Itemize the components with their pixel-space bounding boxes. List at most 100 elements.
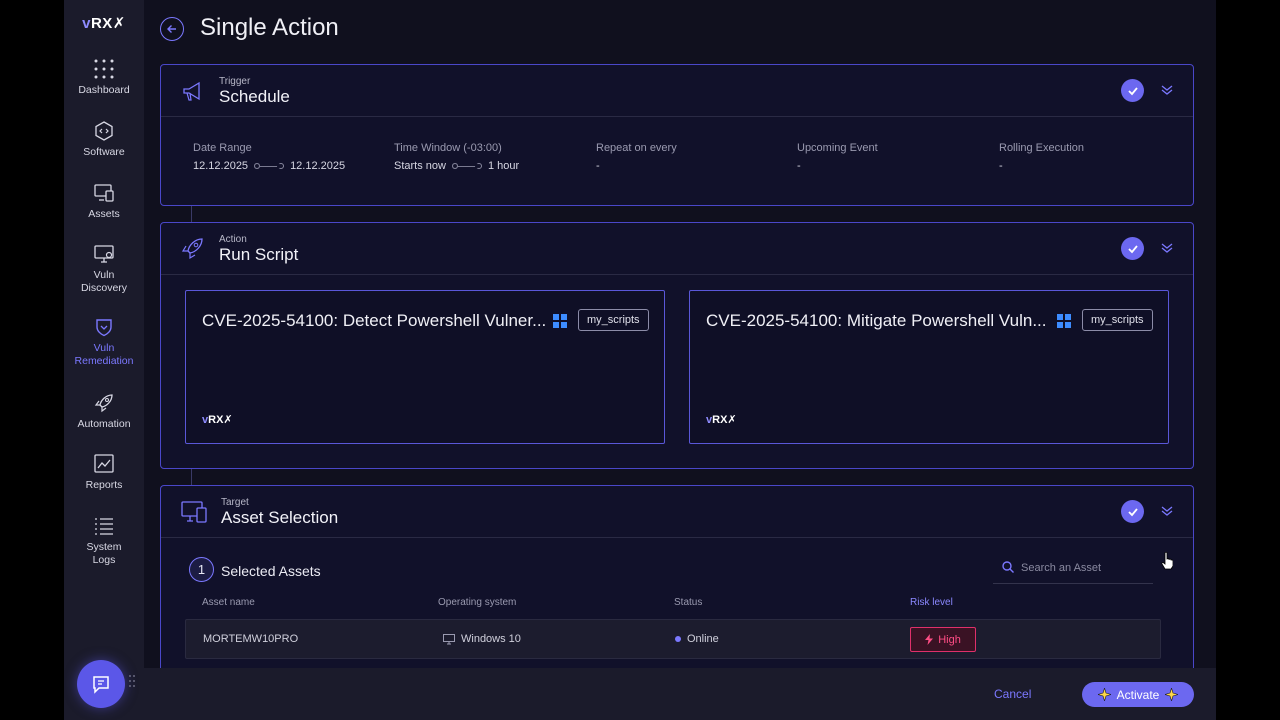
search-input[interactable] xyxy=(1021,558,1131,578)
sidebar-item-label: Assets xyxy=(88,208,120,220)
status-text: Online xyxy=(687,633,719,645)
sidebar-item-label: Reports xyxy=(85,479,123,491)
date-range-start: 12.12.2025 xyxy=(193,160,249,172)
arrow-left-icon xyxy=(167,25,176,33)
vrx-logo: vRX✗ xyxy=(706,414,737,426)
dashboard-grid-icon xyxy=(93,58,115,80)
sidebar-item-dashboard[interactable]: Dashboard xyxy=(64,58,144,97)
status-cell: Online xyxy=(675,633,719,645)
sidebar-item-vuln-remediation[interactable]: Vuln Remediation xyxy=(64,316,144,368)
trigger-card-header[interactable]: Trigger Schedule xyxy=(161,65,1193,117)
rocket-icon xyxy=(181,238,203,260)
action-title: Run Script xyxy=(219,245,299,264)
vuln-remediation-shield-icon xyxy=(93,316,115,338)
target-eyebrow: Target xyxy=(221,497,249,508)
target-title: Asset Selection xyxy=(221,508,339,527)
app-window: vRX✗ Dashboard Software Assets Vuln Disc… xyxy=(64,0,1216,720)
sidebar-item-label: Dashboard xyxy=(78,84,130,96)
risk-badge: High xyxy=(910,627,976,652)
sidebar-item-label: Software xyxy=(83,146,125,158)
trigger-eyebrow: Trigger xyxy=(219,76,251,87)
time-window-field: Time Window (-03:00) Starts now 1 hour xyxy=(394,142,519,172)
trigger-complete-check[interactable] xyxy=(1121,79,1144,102)
sidebar-item-label: Vuln Discovery xyxy=(80,269,128,294)
column-header-status[interactable]: Status xyxy=(674,597,702,608)
lightning-icon xyxy=(925,634,934,645)
check-icon xyxy=(1127,86,1138,95)
rolling-execution-label: Rolling Execution xyxy=(999,142,1084,154)
time-window-label: Time Window (-03:00) xyxy=(394,142,502,154)
rolling-execution-field: Rolling Execution - xyxy=(999,142,1084,172)
repeat-label: Repeat on every xyxy=(596,142,677,154)
os-cell: Windows 10 xyxy=(443,633,521,645)
chevron-double-down-icon[interactable] xyxy=(1159,503,1175,519)
sidebar-item-vuln-discovery[interactable]: Vuln Discovery xyxy=(64,243,144,295)
asset-search xyxy=(993,552,1153,584)
action-card-header[interactable]: Action Run Script xyxy=(161,223,1193,275)
vrx-logo[interactable]: vRX✗ xyxy=(64,14,144,32)
script-card[interactable]: CVE-2025-54100: Mitigate Powershell Vuln… xyxy=(689,290,1169,444)
vuln-discovery-icon xyxy=(93,243,115,265)
automation-rocket-icon xyxy=(93,392,115,414)
selected-count-badge: 1 xyxy=(189,557,214,582)
hand-cursor-icon xyxy=(1161,552,1173,570)
assets-monitor-icon xyxy=(181,501,207,523)
monitor-icon xyxy=(443,633,455,644)
script-card[interactable]: CVE-2025-54100: Detect Powershell Vulner… xyxy=(185,290,665,444)
column-header-risk-level[interactable]: Risk level xyxy=(910,597,953,608)
script-tag: my_scripts xyxy=(578,309,649,331)
risk-text: High xyxy=(938,633,961,646)
search-icon xyxy=(1002,561,1014,573)
cancel-button[interactable]: Cancel xyxy=(994,687,1031,701)
target-card: Target Asset Selection 1 Selected Assets… xyxy=(160,485,1194,685)
sidebar-item-reports[interactable]: Reports xyxy=(64,453,144,492)
activate-label: Activate xyxy=(1116,687,1160,702)
sidebar-item-label: System Logs xyxy=(86,541,122,566)
script-title: CVE-2025-54100: Detect Powershell Vulner… xyxy=(202,311,547,330)
sidebar-item-assets[interactable]: Assets xyxy=(64,182,144,221)
step-connector xyxy=(191,206,192,222)
sparkle-icon xyxy=(1097,688,1111,701)
target-complete-check[interactable] xyxy=(1121,500,1144,523)
date-range-field: Date Range 12.12.2025 12.12.2025 xyxy=(193,142,345,172)
reports-chart-icon xyxy=(93,453,115,475)
sidebar-item-label: Vuln Remediation xyxy=(74,342,134,367)
chevron-double-down-icon[interactable] xyxy=(1159,240,1175,256)
action-card: Action Run Script CVE-2025-54100: Detect… xyxy=(160,222,1194,469)
main-content: Single Action Trigger Schedule Date Rang… xyxy=(144,0,1216,720)
sidebar-item-label: Automation xyxy=(77,418,131,430)
column-header-operating-system[interactable]: Operating system xyxy=(438,597,516,608)
column-header-asset-name[interactable]: Asset name xyxy=(202,597,255,608)
repeat-field: Repeat on every - xyxy=(596,142,677,172)
assets-monitor-icon xyxy=(93,182,115,204)
sidebar-item-software[interactable]: Software xyxy=(64,120,144,159)
selected-assets-label: Selected Assets xyxy=(221,563,321,579)
range-connector-icon xyxy=(451,163,482,169)
table-row[interactable]: MORTEMW10PRO Windows 10 Online High xyxy=(185,619,1161,659)
trigger-card: Trigger Schedule Date Range 12.12.2025 1… xyxy=(160,64,1194,206)
windows-icon xyxy=(1057,314,1071,328)
chevron-double-down-icon[interactable] xyxy=(1159,82,1175,98)
target-card-header[interactable]: Target Asset Selection xyxy=(161,486,1193,538)
date-range-end: 12.12.2025 xyxy=(290,160,346,172)
time-window-end: 1 hour xyxy=(487,160,520,172)
action-complete-check[interactable] xyxy=(1121,237,1144,260)
chat-bubble-icon xyxy=(93,676,109,694)
system-logs-list-icon xyxy=(93,515,115,537)
upcoming-event-field: Upcoming Event - xyxy=(797,142,878,172)
windows-icon xyxy=(553,314,567,328)
back-button[interactable] xyxy=(160,17,184,41)
date-range-label: Date Range xyxy=(193,142,252,154)
sidebar-item-system-logs[interactable]: System Logs xyxy=(64,515,144,567)
software-code-icon xyxy=(93,120,115,142)
page-title: Single Action xyxy=(200,14,339,41)
script-title: CVE-2025-54100: Mitigate Powershell Vuln… xyxy=(706,311,1047,330)
drag-handle-icon[interactable] xyxy=(128,674,136,692)
chat-button[interactable] xyxy=(77,660,125,708)
activate-button[interactable]: Activate xyxy=(1082,682,1194,707)
os-name: Windows 10 xyxy=(461,633,521,645)
upcoming-event-label: Upcoming Event xyxy=(797,142,878,154)
sparkle-icon xyxy=(1165,688,1179,701)
sidebar-item-automation[interactable]: Automation xyxy=(64,392,144,431)
megaphone-icon xyxy=(183,81,200,101)
